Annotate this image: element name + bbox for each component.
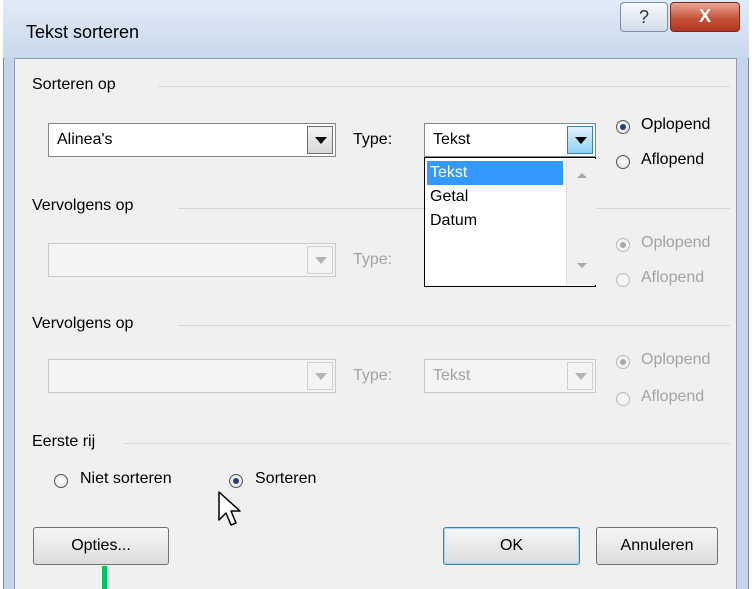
type-dropdown-list[interactable]: Tekst Getal Datum (424, 157, 596, 287)
then-by-field-dropdown-button-2[interactable] (307, 362, 333, 390)
sort-by-label: Sorteren op (32, 76, 116, 93)
sort-by-type-value: Tekst (433, 131, 471, 148)
mouse-pointer-icon (218, 491, 241, 526)
annotation-marker (102, 566, 107, 589)
scroll-up-arrow-icon[interactable] (577, 173, 587, 178)
then-by-field-select-1[interactable] (48, 243, 336, 277)
radio-selected-dot (233, 478, 239, 484)
no-sort-radio[interactable] (54, 474, 68, 488)
dropdown-scrollbar[interactable] (566, 159, 596, 285)
chevron-down-icon (575, 137, 587, 144)
then-by-ascending-radio-1[interactable] (616, 238, 630, 252)
chevron-down-icon (315, 373, 327, 380)
sort-by-ascending-radio[interactable] (616, 120, 630, 134)
then-by-label-2: Vervolgens op (32, 315, 134, 332)
then-by-type-label-2: Type: (353, 367, 393, 384)
then-by-descending-label-2[interactable]: Aflopend (641, 388, 704, 406)
sort-by-field-value: Alinea's (57, 131, 113, 148)
dialog-title: Tekst sorteren (26, 22, 140, 42)
radio-selected-dot (620, 242, 626, 248)
then-by-descending-radio-1[interactable] (616, 273, 630, 287)
chevron-down-icon (315, 257, 327, 264)
then-by-field-select-2[interactable] (48, 359, 336, 393)
section-divider (178, 325, 730, 326)
sort-by-field-select[interactable]: Alinea's (48, 123, 336, 157)
then-by-ascending-label-1[interactable]: Oplopend (641, 234, 710, 252)
then-by-descending-radio-2[interactable] (616, 392, 630, 406)
sort-by-ascending-label[interactable]: Oplopend (641, 116, 710, 134)
close-button[interactable]: X (670, 2, 740, 32)
then-by-ascending-label-2[interactable]: Oplopend (641, 351, 710, 369)
section-divider (158, 86, 730, 87)
type-option-number[interactable]: Getal (427, 185, 563, 209)
then-by-label-1: Vervolgens op (32, 197, 134, 214)
cancel-button[interactable]: Annuleren (596, 527, 718, 565)
first-row-label: Eerste rij (32, 433, 96, 450)
sort-by-type-label: Type: (353, 131, 393, 148)
then-by-field-dropdown-button-1[interactable] (307, 246, 333, 274)
help-button[interactable]: ? (620, 2, 668, 32)
type-option-date[interactable]: Datum (427, 209, 563, 233)
then-by-ascending-radio-2[interactable] (616, 355, 630, 369)
sort-by-descending-label[interactable]: Aflopend (641, 151, 704, 169)
radio-selected-dot (620, 359, 626, 365)
sort-by-field-dropdown-button[interactable] (307, 126, 333, 154)
type-option-text[interactable]: Tekst (427, 161, 563, 185)
chevron-down-icon (315, 137, 327, 144)
sort-header-radio[interactable] (229, 474, 243, 488)
ok-button[interactable]: OK (443, 527, 580, 565)
sort-header-label[interactable]: Sorteren (255, 470, 316, 488)
then-by-type-dropdown-button-2[interactable] (567, 362, 593, 390)
then-by-type-label-1: Type: (353, 251, 393, 268)
scroll-down-arrow-icon[interactable] (577, 263, 587, 268)
sort-by-descending-radio[interactable] (616, 155, 630, 169)
sort-by-type-dropdown-button[interactable] (567, 126, 593, 154)
chevron-down-icon (575, 373, 587, 380)
then-by-descending-label-1[interactable]: Aflopend (641, 269, 704, 287)
no-sort-label[interactable]: Niet sorteren (80, 470, 172, 488)
options-button[interactable]: Opties... (33, 527, 169, 565)
radio-selected-dot (620, 124, 626, 130)
then-by-type-select-2[interactable]: Tekst (424, 359, 596, 393)
sort-by-type-select[interactable]: Tekst (424, 123, 596, 157)
section-divider (124, 443, 730, 444)
then-by-type-value-2: Tekst (433, 367, 471, 384)
